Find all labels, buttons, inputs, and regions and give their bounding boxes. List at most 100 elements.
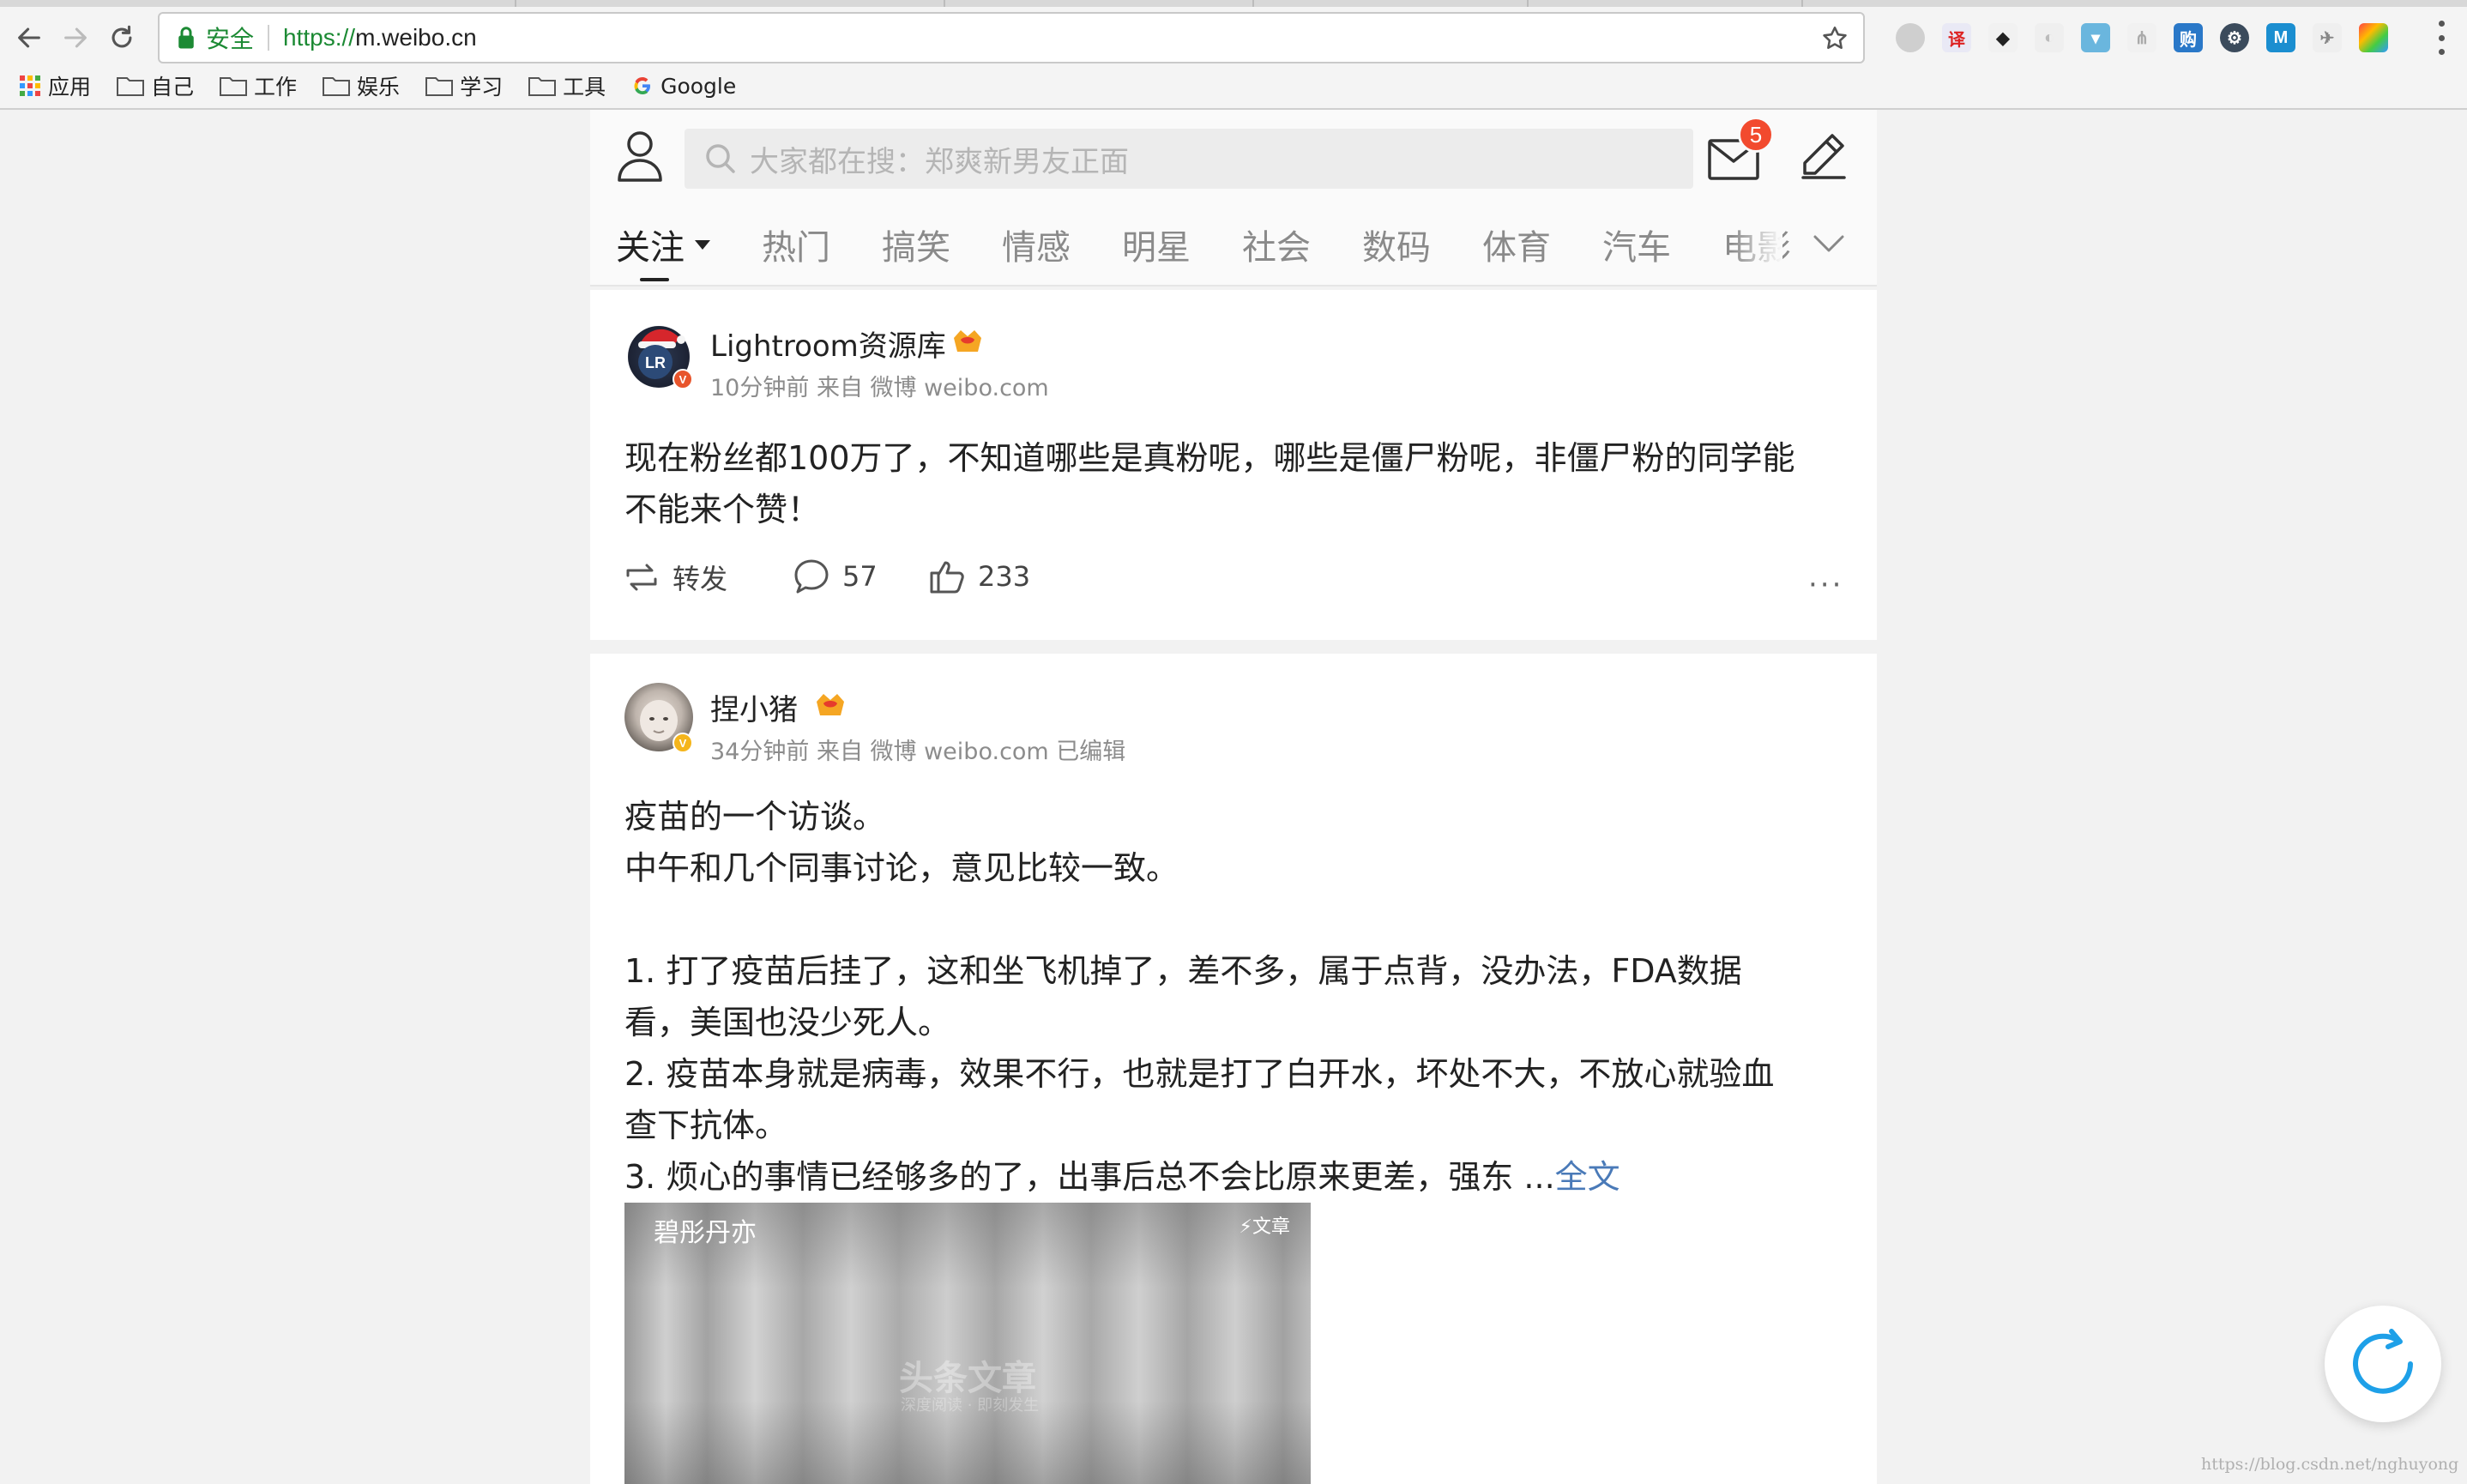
url-host: m.weibo.cn bbox=[355, 24, 477, 51]
browser-menu-button[interactable] bbox=[2433, 21, 2450, 55]
tab-sports[interactable]: 体育 bbox=[1482, 220, 1551, 269]
channel-tabs: 关注 热门 搞笑 情感 明星 社会 数码 体育 汽车 电影 bbox=[590, 204, 1877, 287]
bookmarks-bar: 应用 自己 工作 娱乐 学习 工具 Google bbox=[0, 67, 762, 105]
post-text-line: 中午和几个同事讨论，意见比较一致。 bbox=[624, 849, 1179, 887]
tab-cars[interactable]: 汽车 bbox=[1602, 220, 1671, 269]
username[interactable]: 捏小猪 bbox=[710, 686, 798, 728]
top-bar: 大家都在搜：郑爽新男友正面 5 bbox=[590, 110, 1877, 204]
comment-button[interactable]: 57 bbox=[793, 558, 878, 595]
post-text-line-last: 3. 烦心的事情已经够多的了，出事后总不会比原来更差，强东 ...全文 bbox=[624, 1151, 1620, 1203]
tab-follow[interactable]: 关注 bbox=[616, 220, 685, 269]
article-card[interactable]: 碧彤丹亦 ⚡文章 头条文章 深度阅读 · 即刻发生 bbox=[624, 1203, 1311, 1484]
search-placeholder: 大家都在搜：郑爽新男友正面 bbox=[750, 144, 1129, 179]
chevron-down-icon[interactable] bbox=[695, 240, 710, 250]
thumbs-up-icon bbox=[930, 561, 964, 594]
post-text-line: 看，美国也没少死人。 bbox=[624, 1004, 951, 1041]
post-text-line: 疫苗的一个访谈。 bbox=[624, 798, 886, 836]
bookmark-label: 学习 bbox=[460, 75, 504, 100]
tab-funny[interactable]: 搞笑 bbox=[882, 220, 950, 269]
article-tag: ⚡文章 bbox=[1239, 1216, 1290, 1238]
bookmark-label: 自己 bbox=[151, 75, 195, 100]
extension-settings-icon[interactable]: ⚙ bbox=[2220, 23, 2249, 52]
extension-arc-icon[interactable]: ◐ bbox=[2035, 23, 2064, 52]
post-text-line: 2. 疫苗本身就是病毒，效果不行，也就是打了白开水，坏处不大，不放心就验血 bbox=[624, 1055, 1775, 1093]
bookmark-folder-work[interactable]: 工作 bbox=[220, 70, 297, 101]
bookmark-google[interactable]: Google bbox=[631, 74, 736, 99]
compose-icon[interactable] bbox=[1798, 130, 1848, 180]
extension-translate-icon[interactable]: 译 bbox=[1942, 23, 1971, 52]
tab-society[interactable]: 社会 bbox=[1242, 220, 1311, 269]
article-tag-label: 文章 bbox=[1252, 1216, 1290, 1238]
extension-colors-icon[interactable] bbox=[2359, 23, 2388, 52]
post-text-line: 1. 打了疫苗后挂了，这和坐飞机掉了，差不多，属于点背，没办法，FDA数据 bbox=[624, 952, 1742, 990]
avatar-text: LR bbox=[645, 354, 666, 371]
address-bar[interactable]: 安全 https:// m.weibo.cn bbox=[158, 12, 1865, 63]
chevron-down-icon[interactable] bbox=[1812, 232, 1846, 257]
full-text-link[interactable]: 全文 bbox=[1555, 1158, 1620, 1196]
tab-fade bbox=[1731, 204, 1782, 285]
reload-button[interactable] bbox=[103, 19, 141, 57]
extension-buy-icon[interactable]: 购 bbox=[2174, 23, 2203, 52]
folder-icon bbox=[425, 77, 454, 96]
bookmark-folder-tools[interactable]: 工具 bbox=[528, 70, 606, 101]
post-meta: 10分钟前 来自 微博 weibo.com bbox=[710, 375, 1049, 401]
username[interactable]: Lightroom资源库 bbox=[710, 323, 946, 365]
post-text-line: 查下抗体。 bbox=[624, 1107, 788, 1144]
comment-count: 57 bbox=[842, 560, 878, 593]
arrow-left-icon bbox=[18, 27, 40, 48]
apps-grid-icon bbox=[20, 75, 40, 96]
folder-icon bbox=[220, 77, 248, 96]
folder-icon bbox=[117, 77, 145, 96]
tab-stars[interactable]: 明星 bbox=[1122, 220, 1191, 269]
like-button[interactable]: 233 bbox=[928, 558, 1030, 595]
folder-icon bbox=[528, 77, 557, 96]
verified-badge-icon: V bbox=[673, 733, 693, 753]
tab-emotion[interactable]: 情感 bbox=[1002, 220, 1071, 269]
secure-label: 安全 bbox=[206, 26, 255, 52]
search-input[interactable]: 大家都在搜：郑爽新男友正面 bbox=[685, 129, 1693, 189]
google-g-icon bbox=[634, 77, 651, 94]
active-tab-indicator bbox=[640, 278, 669, 281]
post-text-line: 不能来个赞！ bbox=[624, 491, 821, 528]
url-scheme: https:// bbox=[283, 24, 356, 51]
browser-chrome: 安全 https:// m.weibo.cn 译 ◆ ◐ ▾ ⋔ 购 ⚙ M ✈… bbox=[0, 0, 2467, 110]
extension-tree-icon[interactable]: ⋔ bbox=[2127, 23, 2156, 52]
extension-plane-icon[interactable]: ✈ bbox=[2313, 23, 2342, 52]
refresh-icon bbox=[2353, 1329, 2413, 1394]
like-count: 233 bbox=[978, 560, 1031, 593]
tab-digital[interactable]: 数码 bbox=[1362, 220, 1431, 269]
more-options-button[interactable]: ··· bbox=[1808, 568, 1843, 602]
tab-strip bbox=[0, 0, 2467, 7]
extension-globe-icon[interactable] bbox=[1896, 23, 1925, 52]
article-watermark-sub: 深度阅读 · 即刻发生 bbox=[901, 1397, 1040, 1415]
extensions-toolbar: 译 ◆ ◐ ▾ ⋔ 购 ⚙ M ✈ bbox=[1896, 21, 2388, 55]
lock-icon bbox=[178, 27, 194, 49]
bookmark-folder-fun[interactable]: 娱乐 bbox=[323, 70, 400, 101]
extension-m-icon[interactable]: M bbox=[2266, 23, 2295, 52]
back-button[interactable] bbox=[10, 19, 48, 57]
bookmark-label: 娱乐 bbox=[357, 75, 401, 100]
bookmark-folder-study[interactable]: 学习 bbox=[425, 70, 503, 101]
user-icon[interactable] bbox=[616, 129, 664, 182]
bookmark-apps[interactable]: 应用 bbox=[19, 70, 91, 101]
comment-bubble-icon bbox=[794, 559, 829, 594]
article-author: 碧彤丹亦 bbox=[654, 1218, 757, 1248]
bookmark-label: 工具 bbox=[563, 75, 606, 100]
forward-button[interactable] bbox=[57, 19, 94, 57]
vip-crown-icon bbox=[817, 694, 844, 715]
folder-icon bbox=[323, 77, 351, 96]
star-icon[interactable] bbox=[1820, 24, 1849, 53]
repost-icon bbox=[626, 564, 657, 591]
divider bbox=[268, 25, 270, 51]
post-text: 3. 烦心的事情已经够多的了，出事后总不会比原来更差，强东 ... bbox=[624, 1158, 1555, 1196]
tab-hot[interactable]: 热门 bbox=[762, 220, 830, 269]
extension-shirt-icon[interactable]: ▾ bbox=[2081, 23, 2110, 52]
repost-label: 转发 bbox=[673, 563, 728, 595]
post-card: LR V Lightroom资源库 10分钟前 来自 微博 weibo.com … bbox=[590, 290, 1877, 640]
search-icon bbox=[706, 144, 735, 173]
extension-mask-icon[interactable]: ◆ bbox=[1988, 23, 2018, 52]
repost-button[interactable]: 转发 bbox=[623, 558, 727, 597]
bookmark-folder-self[interactable]: 自己 bbox=[117, 70, 194, 101]
bookmark-label: 工作 bbox=[254, 75, 298, 100]
refresh-button[interactable] bbox=[2325, 1306, 2441, 1422]
